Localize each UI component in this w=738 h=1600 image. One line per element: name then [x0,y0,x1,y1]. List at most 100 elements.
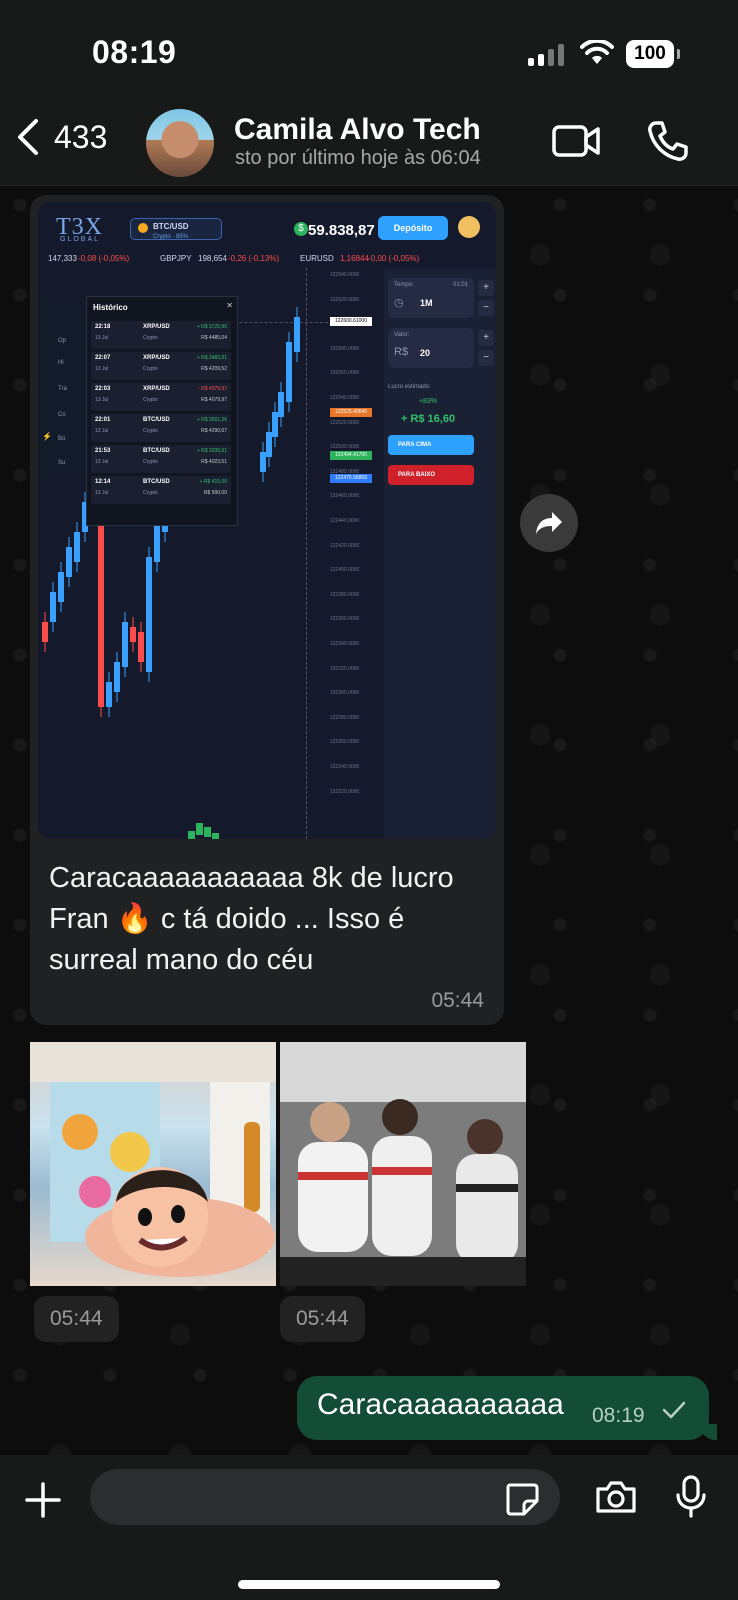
sidebar-item: Bo [58,436,66,442]
candle [50,592,56,622]
history-pair: BTC/USD [143,417,170,423]
history-amount: R$ 4209,52 [201,366,227,372]
candle [130,627,136,642]
candle [286,342,292,402]
chevron-left-icon [18,119,38,155]
history-result: + R$ 3339,91 [196,448,227,454]
history-date: 13 Jul [95,459,109,465]
video-call-icon[interactable] [552,123,602,159]
plus-icon[interactable] [24,1481,62,1519]
candle [260,452,266,472]
outgoing-message[interactable]: Caracaaaaaaaaaa 08:19 [297,1376,717,1440]
history-date: 13 Jul [95,490,109,496]
sell-down-button: PARA BAIXO [388,465,474,485]
time-countdown: 01:01 [452,282,468,288]
history-date: 13 Jul [95,366,109,372]
history-type: Crypto [143,366,158,372]
microphone-icon[interactable] [674,1475,708,1519]
message-input[interactable] [90,1469,560,1525]
candle [66,547,72,577]
history-title: Histórico [93,303,128,312]
history-type: Crypto [143,335,158,341]
history-row: 22:03 13 Jul XRP/USD Crypto - R$ 4079,97 R$ 4… [91,383,231,411]
sidebar-item: Op [58,338,67,344]
forward-button[interactable] [520,494,578,552]
history-row: 12:14 13 Jul BTC/USD Crypto + R$ 415,00 R$ 50… [91,476,231,504]
buy-up-button: PARA CIMA [388,435,474,455]
sticker-icon[interactable] [504,1481,540,1517]
trading-screenshot-image[interactable]: T3X GLOBAL BTC/USD Crypto · 85% $ 59.838… [38,202,496,839]
history-amount: R$ 4485,04 [201,335,227,341]
camera-icon[interactable] [594,1479,638,1515]
unread-count: 433 [54,118,108,155]
ticker-item: 1,16844 [340,254,369,263]
candle [42,622,48,642]
history-pair: XRP/USD [143,324,170,330]
sidebar-item: Su [58,460,66,466]
sticker-cartoon-dancing[interactable] [30,1042,276,1286]
history-time: 22:18 [95,324,111,330]
time-plus-icon: + [478,280,494,296]
price-tag: 122494.41700 [330,451,372,460]
sidebar-item: Hi [58,360,64,366]
history-date: 13 Jul [95,428,109,434]
candle [138,632,144,662]
close-icon: ✕ [226,301,233,310]
status-bar: 08:19 100 [0,0,738,105]
volume-bar [188,831,195,839]
price-tag: 122475.56858 [330,474,372,483]
candle [266,432,272,457]
candle [272,412,278,437]
candle [278,392,284,417]
history-type: Crypto [143,428,158,434]
time-minus-icon: − [478,300,494,316]
candle [106,682,112,707]
price-tag: 122525.40640 [330,408,372,417]
history-pair: BTC/USD [143,448,170,454]
volume-bar [212,833,219,839]
history-pair: XRP/USD [143,355,170,361]
message-caption: Caracaaaaaaaaaaa 8k de lucro Fran 🔥 c tá… [49,862,454,976]
bolt-icon: ⚡ [42,432,52,441]
phone-call-icon[interactable] [646,119,690,163]
value-plus-icon: + [478,330,494,346]
outgoing-text: Caracaaaaaaaaaa [317,1388,564,1421]
history-type: Crypto [143,490,158,496]
trade-panel: Tempo: 01:01 ◷ 1M + − Valor: R$ 20 + − L… [384,268,496,839]
history-time: 22:07 [95,355,111,361]
history-result: + R$ 3483,91 [196,355,227,361]
contact-name[interactable]: Camila Alvo Tech [234,113,481,147]
message-composer [0,1455,738,1600]
ticker-item: -0,00 (-0,05%) [368,254,420,263]
outgoing-time: 08:19 [592,1404,645,1427]
candle [98,522,104,707]
history-date: 13 Jul [95,335,109,341]
history-time: 22:03 [95,386,111,392]
incoming-message[interactable]: T3X GLOBAL BTC/USD Crypto · 85% $ 59.838… [30,195,504,1025]
cellular-signal-icon [528,42,564,66]
history-amount: R$ 500,00 [203,490,227,496]
history-result: + R$ 3561,26 [196,417,227,423]
back-button[interactable]: 433 [14,117,107,157]
sidebar-item: Tra [58,386,67,392]
history-result: - R$ 4079,97 [198,386,227,392]
history-time: 22:01 [95,417,111,423]
history-pair: XRP/USD [143,386,170,392]
sent-check-icon [662,1401,686,1419]
history-date: 13 Jul [95,397,109,403]
candle [122,622,128,667]
contact-avatar[interactable] [146,109,214,177]
price-tag: 122600.61000 [330,317,372,326]
history-row: 22:01 13 Jul BTC/USD Crypto + R$ 3561,26 R$ 4… [91,414,231,442]
sticker-football-celebration[interactable] [280,1042,526,1286]
history-row: 22:18 13 Jul XRP/USD Crypto + R$ 3725,90 R$ 4… [91,321,231,349]
candle [74,532,80,562]
deposit-button: Depósito [378,216,448,240]
history-result: + R$ 3725,90 [196,324,227,330]
platform-sidebar: Op Hi Tra Co Bo Su ⚡ [38,298,86,478]
battery-icon: 100 [626,40,680,68]
history-type: Crypto [143,459,158,465]
value-field: Valor: R$ 20 [388,328,474,368]
history-amount: R$ 4023,51 [201,459,227,465]
value-label: Valor: [394,332,410,338]
